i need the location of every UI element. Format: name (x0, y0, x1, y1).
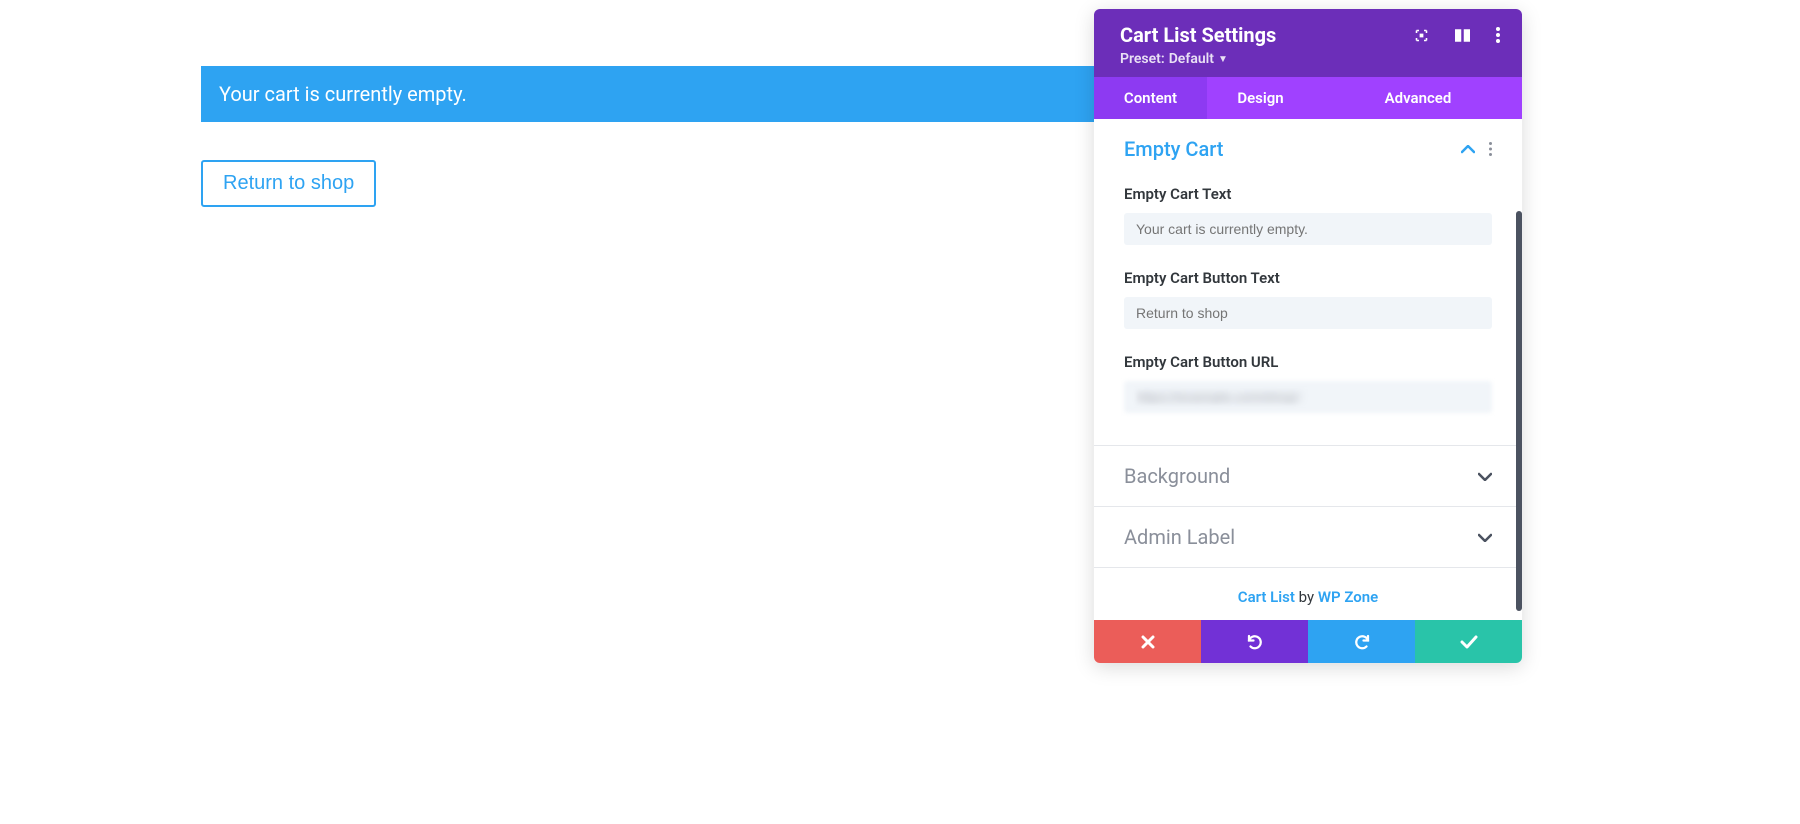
settings-panel: Cart List Settings Preset: Default ▼ Con… (1094, 9, 1522, 663)
caret-down-icon: ▼ (1218, 54, 1228, 65)
panel-footer-note: Cart List by WP Zone (1094, 567, 1522, 620)
section-empty-cart-header[interactable]: Empty Cart (1094, 119, 1522, 179)
tab-design[interactable]: Design (1207, 77, 1314, 119)
chevron-down-icon (1478, 472, 1492, 481)
section-empty-cart-title: Empty Cart (1124, 137, 1223, 161)
preset-prefix: Preset: (1120, 51, 1165, 67)
section-empty-cart-content: Empty Cart Text Empty Cart Button Text E… (1094, 179, 1522, 445)
kebab-menu-icon[interactable] (1496, 27, 1500, 43)
field-empty-cart-button-url-label: Empty Cart Button URL (1124, 353, 1492, 371)
panel-header-icons (1414, 27, 1500, 43)
return-to-shop-label: Return to shop (223, 172, 354, 194)
field-empty-cart-button-text: Empty Cart Button Text (1124, 269, 1492, 329)
redo-icon (1353, 633, 1371, 651)
empty-cart-button-text-input[interactable] (1124, 297, 1492, 329)
return-to-shop-button[interactable]: Return to shop (201, 160, 376, 207)
close-icon (1141, 635, 1155, 649)
field-empty-cart-button-url: Empty Cart Button URL (1124, 353, 1492, 413)
undo-button[interactable] (1201, 620, 1308, 663)
field-empty-cart-button-text-label: Empty Cart Button Text (1124, 269, 1492, 287)
section-background-title: Background (1124, 464, 1230, 488)
section-admin-label-header[interactable]: Admin Label (1094, 506, 1522, 567)
panel-header-row: Cart List Settings (1120, 23, 1500, 47)
expand-icon[interactable] (1414, 28, 1429, 43)
field-empty-cart-text: Empty Cart Text (1124, 185, 1492, 245)
tab-design-label: Design (1237, 89, 1283, 107)
section-kebab-icon[interactable] (1489, 142, 1492, 156)
empty-cart-text-input[interactable] (1124, 213, 1492, 245)
footer-link-wp-zone[interactable]: WP Zone (1318, 588, 1378, 606)
tab-advanced[interactable]: Advanced (1314, 77, 1522, 119)
cancel-button[interactable] (1094, 620, 1201, 663)
tab-content-label: Content (1124, 89, 1177, 107)
footer-link-cart-list[interactable]: Cart List (1238, 588, 1295, 606)
panel-title: Cart List Settings (1120, 23, 1276, 47)
chevron-up-icon (1461, 145, 1475, 154)
scrollbar[interactable] (1516, 211, 1522, 611)
empty-cart-notice-text: Your cart is currently empty. (219, 82, 467, 106)
panel-header: Cart List Settings Preset: Default ▼ (1094, 9, 1522, 77)
preset-value: Default (1169, 51, 1214, 67)
section-admin-label-title: Admin Label (1124, 525, 1235, 549)
undo-icon (1246, 633, 1264, 651)
tab-content[interactable]: Content (1094, 77, 1207, 119)
panel-footer (1094, 620, 1522, 663)
tab-advanced-label: Advanced (1385, 89, 1452, 107)
footer-by: by (1295, 588, 1318, 606)
chevron-down-icon (1478, 533, 1492, 542)
empty-cart-button-url-input[interactable] (1124, 381, 1492, 413)
columns-icon[interactable] (1455, 29, 1470, 42)
save-button[interactable] (1415, 620, 1522, 663)
panel-tabs: Content Design Advanced (1094, 77, 1522, 119)
check-icon (1460, 635, 1478, 649)
preset-selector[interactable]: Preset: Default ▼ (1120, 51, 1500, 67)
panel-body: Empty Cart Empty Cart Text Empty Cart Bu… (1094, 119, 1522, 620)
redo-button[interactable] (1308, 620, 1415, 663)
field-empty-cart-text-label: Empty Cart Text (1124, 185, 1492, 203)
section-background-header[interactable]: Background (1094, 445, 1522, 506)
